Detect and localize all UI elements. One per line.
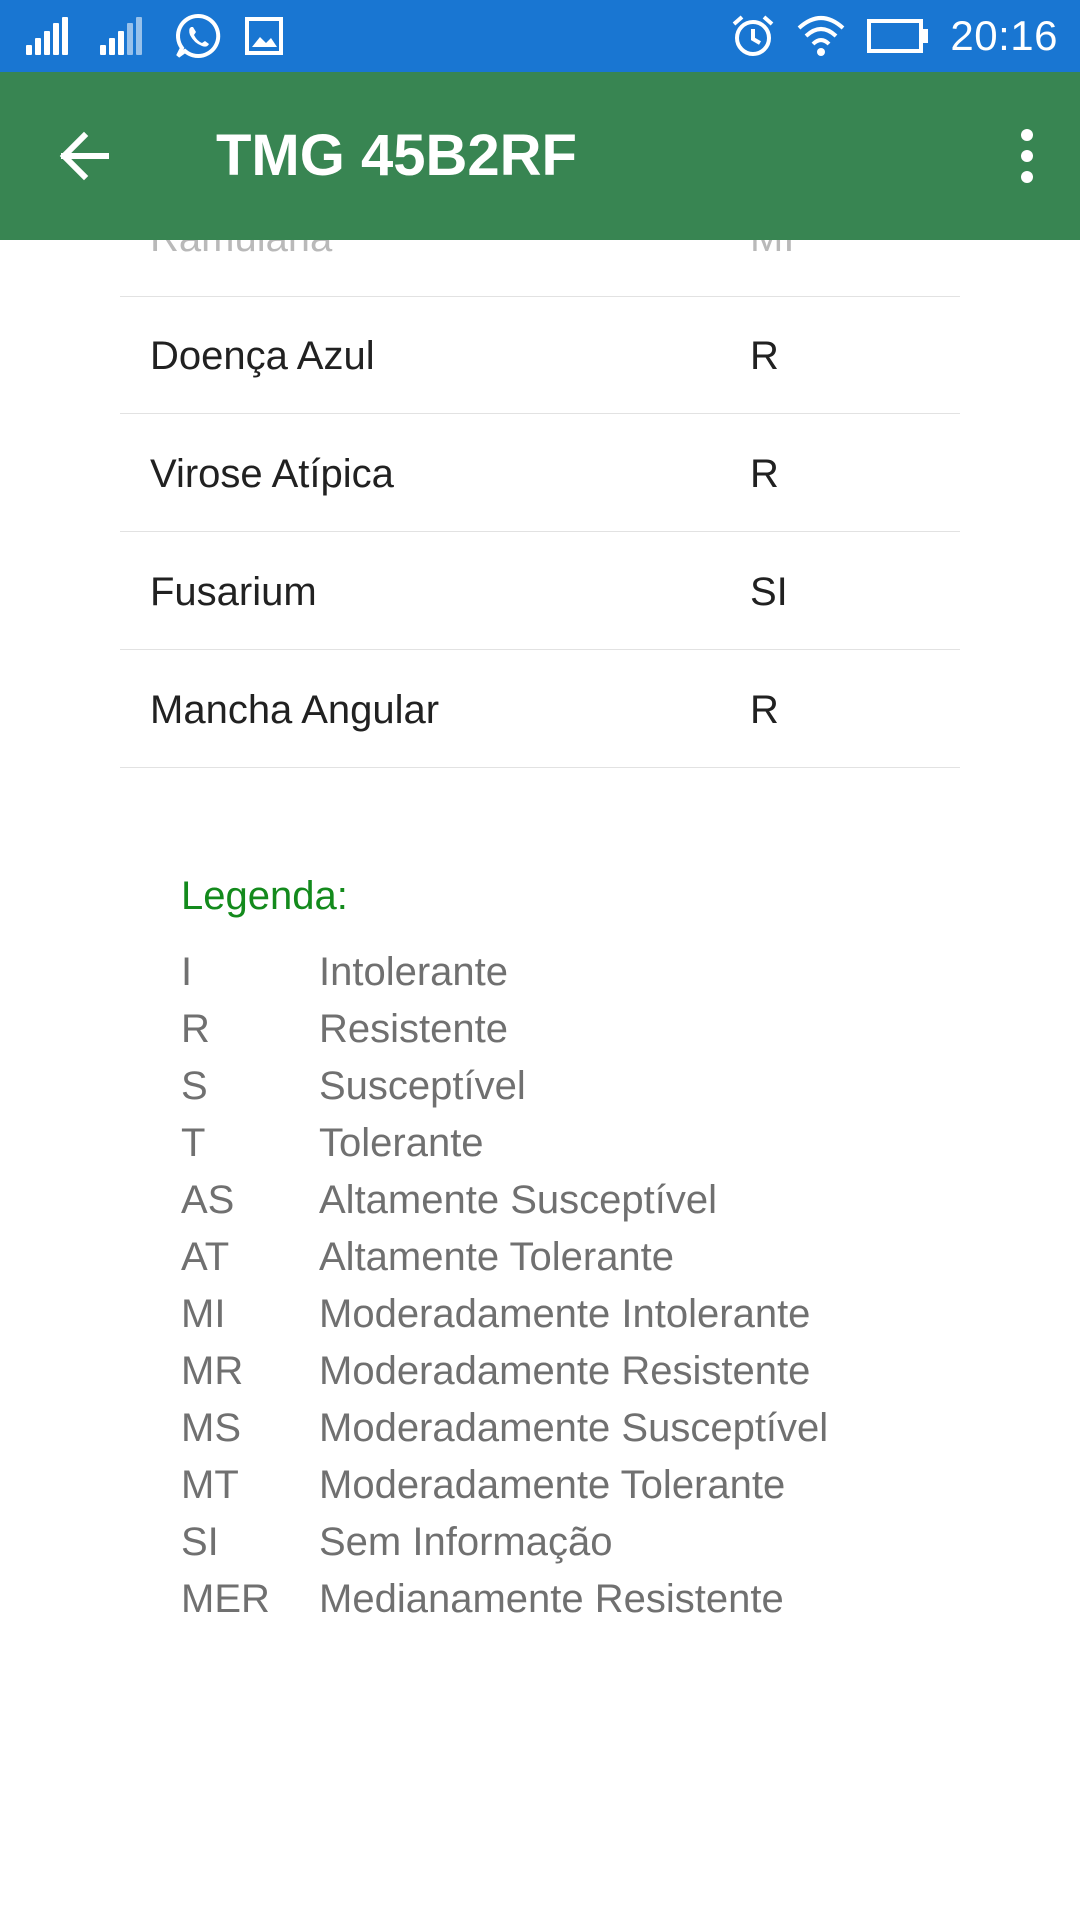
table-row: Doença Azul R [120, 296, 960, 414]
status-bar-right: 20:16 [730, 10, 1058, 62]
legend-item: R Resistente [181, 1001, 981, 1058]
legend-code: MI [181, 1292, 226, 1336]
arrow-left-icon [59, 131, 109, 181]
legend-code: MT [181, 1463, 239, 1507]
legend-code: R [181, 1007, 210, 1051]
app-bar: TMG 45B2RF [0, 72, 1080, 240]
legend-item: MR Moderadamente Resistente [181, 1343, 981, 1400]
wifi-icon [798, 16, 845, 56]
more-vert-icon [1021, 150, 1033, 162]
signal-icon [100, 17, 152, 55]
legend-code: SI [181, 1520, 219, 1564]
legend-item: T Tolerante [181, 1115, 981, 1172]
legend-label: Intolerante [319, 950, 509, 994]
legend-list: I Intolerante R Resistente S Susceptível TT… [181, 944, 981, 1628]
back-button[interactable] [46, 118, 122, 194]
status-bar-left [26, 13, 284, 58]
legend-code: MS [181, 1406, 241, 1450]
more-vert-icon [1021, 171, 1033, 183]
legend-code: AT [181, 1235, 230, 1279]
disease-rating: MI [750, 240, 794, 261]
overflow-menu-button[interactable] [994, 116, 1060, 196]
legend-item: MS Moderadamente Susceptível [181, 1400, 981, 1457]
legend-label: Moderadamente Tolerante [319, 1463, 786, 1507]
disease-name: Doença Azul [150, 334, 375, 378]
disease-name: Ramulária [150, 240, 332, 261]
battery-icon [867, 19, 929, 53]
signal-icon [26, 17, 78, 55]
scroll-content[interactable]: Ramulária MI Doença Azul R Virose Atípic… [0, 240, 1080, 1920]
legend-code: MR [181, 1349, 244, 1393]
disease-name: Virose Atípica [150, 452, 394, 496]
alarm-icon [733, 15, 774, 56]
legend-label: Tolerante [319, 1121, 484, 1165]
legend-item: SI Sem Informação [181, 1514, 981, 1571]
legend-item: MER Medianamente Resistente [181, 1571, 981, 1628]
gallery-icon [245, 17, 283, 55]
legend-code: AS [181, 1178, 235, 1222]
disease-rating: R [750, 452, 779, 496]
table-row: Ramulária MI [120, 240, 960, 297]
legend-code: T [181, 1121, 206, 1165]
legend-item: S Susceptível [181, 1058, 981, 1115]
legend-title: Legenda: [181, 874, 348, 918]
table-row: Mancha Angular R [120, 650, 960, 768]
legend-item: MT Moderadamente Tolerante [181, 1457, 981, 1514]
legend-item: I Intolerante [181, 944, 981, 1001]
whatsapp-icon [176, 13, 221, 58]
legend-label: Moderadamente Resistente [319, 1349, 811, 1393]
disease-rating: SI [750, 570, 788, 614]
more-vert-icon [1021, 129, 1033, 141]
legend-label: Moderadamente Susceptível [319, 1406, 829, 1450]
table-row: Fusarium SI [120, 532, 960, 650]
legend-label: Moderadamente Intolerante [319, 1292, 811, 1336]
status-bar: 20:16 [0, 0, 1080, 72]
disease-name: Fusarium [150, 570, 317, 614]
legend-item: AS Altamente Susceptível [181, 1172, 981, 1229]
legend-code: MER [181, 1577, 270, 1621]
legend-label: Altamente Tolerante [319, 1235, 675, 1279]
table-row: Virose Atípica R [120, 414, 960, 532]
legend-code: S [181, 1064, 208, 1108]
legend: Legenda: I Intolerante R Resistente S Susce… [181, 870, 981, 1628]
legend-label: Sem Informação [319, 1520, 613, 1564]
legend-label: Resistente [319, 1007, 508, 1051]
disease-rating: R [750, 334, 779, 378]
disease-rating: R [750, 688, 779, 732]
legend-item: MI Moderadamente Intolerante [181, 1286, 981, 1343]
legend-label: Altamente Susceptível [319, 1178, 717, 1222]
legend-label: Susceptível [319, 1064, 526, 1108]
page-title: TMG 45B2RF [216, 123, 577, 188]
legend-code: I [181, 950, 193, 994]
disease-name: Mancha Angular [150, 688, 440, 732]
disease-table: Doença Azul R Virose Atípica R Fusarium … [120, 296, 960, 768]
status-time: 20:16 [950, 12, 1058, 59]
legend-label: Medianamente Resistente [319, 1577, 784, 1621]
legend-item: AT Altamente Tolerante [181, 1229, 981, 1286]
